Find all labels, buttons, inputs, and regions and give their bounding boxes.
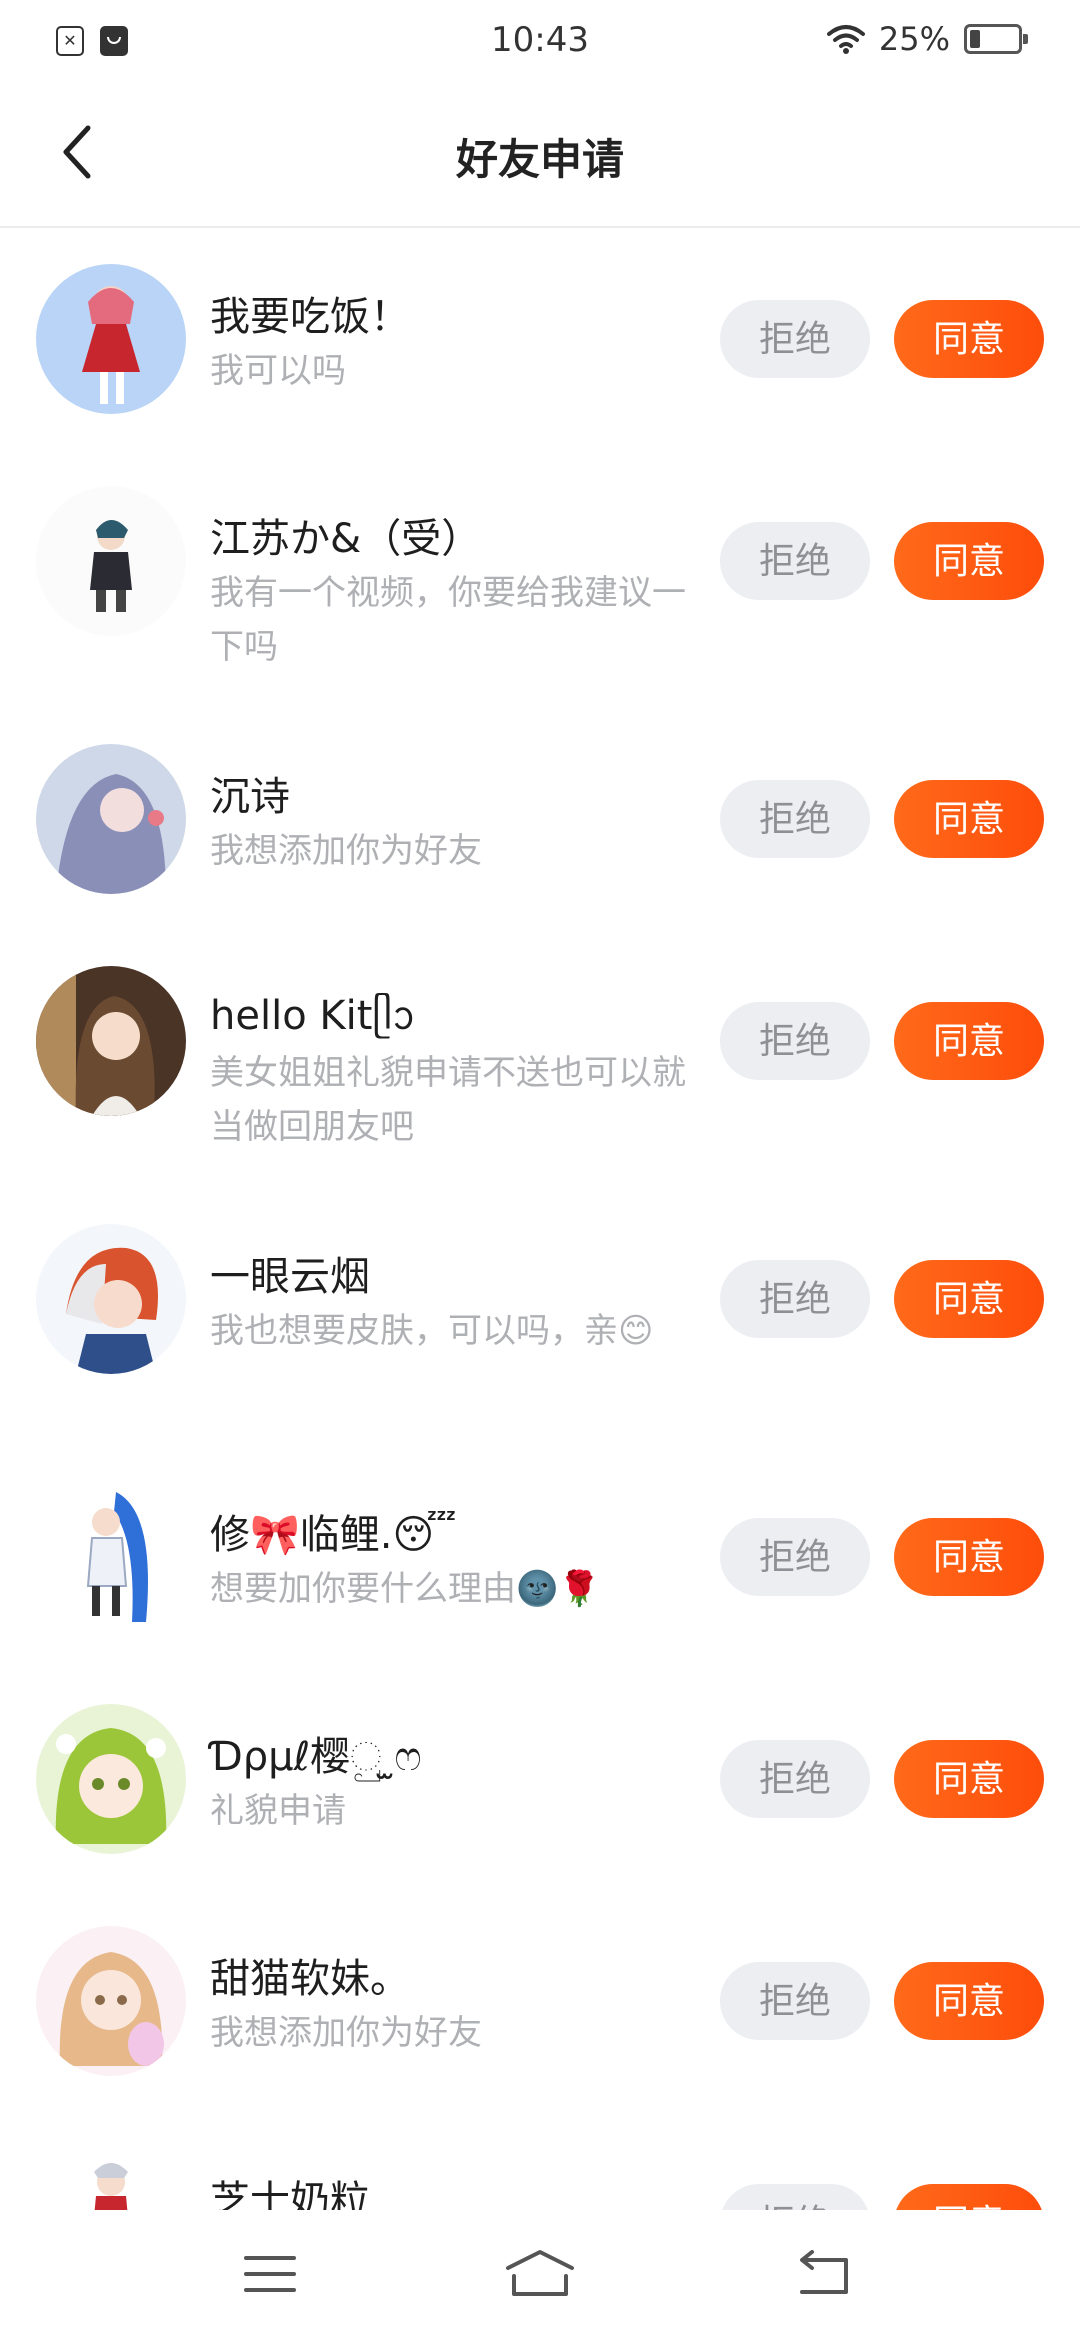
reject-button[interactable]: 拒绝 [720, 2184, 870, 2210]
reject-button[interactable]: 拒绝 [720, 1518, 870, 1596]
requester-name: Ɗρµℓ樱ු ̫ෆ [210, 1734, 422, 1780]
requester-name: 一眼云烟 [210, 1254, 370, 1300]
avatar[interactable] [36, 1704, 186, 1854]
page-title: 好友申请 [455, 135, 624, 184]
reject-button[interactable]: 拒绝 [720, 1002, 870, 1080]
reject-button[interactable]: 拒绝 [720, 1740, 870, 1818]
avatar[interactable] [36, 1224, 186, 1374]
status-bar: ✕ 10:43 25% [0, 0, 1080, 84]
battery-icon [964, 24, 1028, 54]
battery-percent: 25% [878, 20, 950, 58]
avatar[interactable] [36, 486, 186, 636]
reject-button[interactable]: 拒绝 [720, 300, 870, 378]
requester-name: 修🎀临鲤.😴 [210, 1512, 457, 1558]
avatar[interactable] [36, 966, 186, 1116]
requester-name: 沉诗 [210, 774, 290, 820]
request-message: 我想添加你为好友 [210, 831, 482, 871]
reject-button[interactable]: 拒绝 [720, 522, 870, 600]
wifi-icon [826, 25, 865, 54]
back-arrow-icon [800, 2250, 848, 2294]
request-message: 美女姐姐礼貌申请不送也可以就当做回朋友吧 [210, 1053, 686, 1147]
home-button[interactable] [500, 2244, 580, 2304]
home-icon [506, 2250, 574, 2296]
requester-name: 江苏か&（受） [210, 516, 482, 562]
accept-button[interactable]: 同意 [894, 522, 1044, 600]
accept-button[interactable]: 同意 [894, 1002, 1044, 1080]
reject-button[interactable]: 拒绝 [720, 1962, 870, 2040]
avatar[interactable] [36, 1482, 186, 1632]
request-message: 想要加你要什么理由🌚🌹 [210, 1569, 601, 1609]
menu-icon [244, 2256, 296, 2292]
avatar[interactable] [36, 1926, 186, 2076]
request-message: 我想添加你为好友 [210, 2013, 482, 2053]
accept-button[interactable]: 同意 [894, 1740, 1044, 1818]
accept-button[interactable]: 同意 [894, 1260, 1044, 1338]
requester-name: 甜猫软妹。 [210, 1956, 410, 2002]
request-message: 我可以吗 [210, 351, 346, 391]
menu-button[interactable] [230, 2244, 310, 2304]
avatar[interactable] [36, 264, 186, 414]
avatar[interactable] [36, 744, 186, 894]
requester-name: hello Kitᥫᩣ [210, 993, 416, 1039]
accept-button[interactable]: 同意 [894, 300, 1044, 378]
requester-name: 我要吃饭！ [210, 294, 410, 340]
title-bar: 好友申请 [0, 84, 1080, 228]
accept-button[interactable]: 同意 [894, 1962, 1044, 2040]
accept-button[interactable]: 同意 [894, 780, 1044, 858]
accept-button[interactable]: 同意 [894, 2184, 1044, 2210]
friend-request-list[interactable]: 我要吃饭！ 我可以吗 拒绝 同意 江苏か&（受） 我有一个视频，你要给我建议一下… [0, 230, 1080, 2210]
requester-name: 芝士奶粒 [210, 2178, 370, 2210]
avatar[interactable] [36, 2148, 186, 2210]
system-back-button[interactable] [784, 2244, 864, 2304]
request-message: 我有一个视频，你要给我建议一下吗 [210, 573, 686, 667]
system-nav-bar [0, 2210, 1080, 2340]
request-message: 礼貌申请 [210, 1791, 346, 1831]
request-message: 我也想要皮肤，可以吗，亲😊 [210, 1311, 654, 1351]
accept-button[interactable]: 同意 [894, 1518, 1044, 1596]
reject-button[interactable]: 拒绝 [720, 780, 870, 858]
reject-button[interactable]: 拒绝 [720, 1260, 870, 1338]
